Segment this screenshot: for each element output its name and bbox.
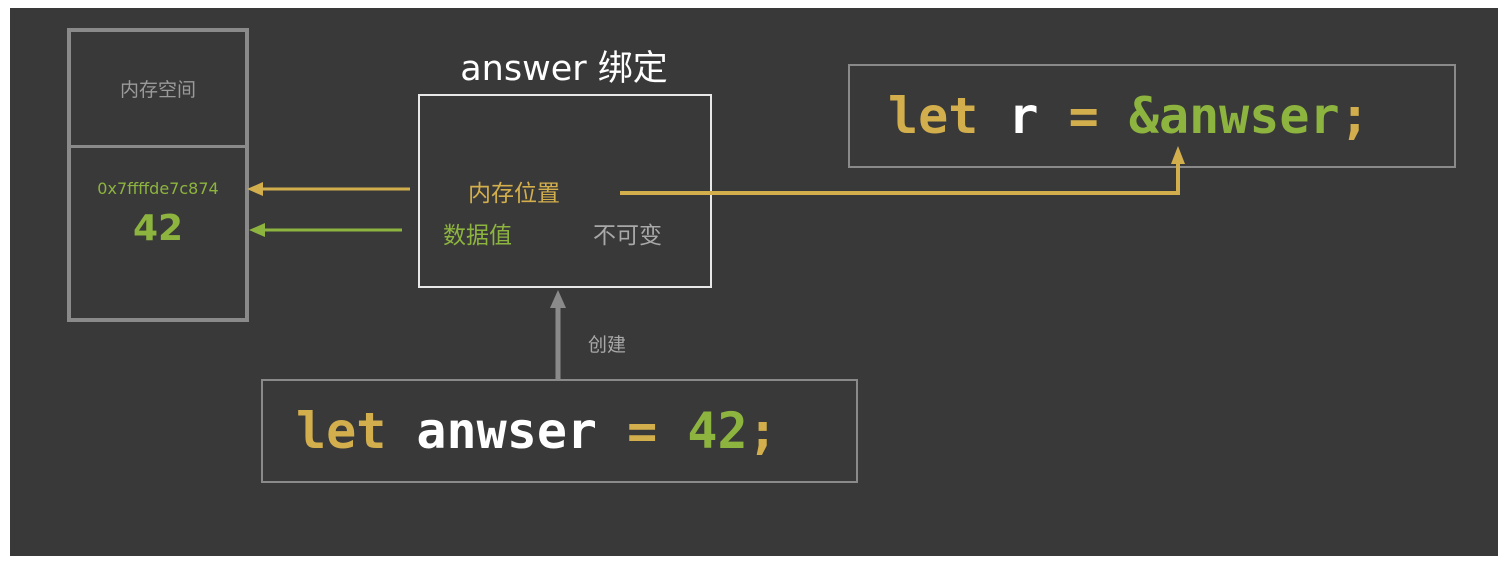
create-arrowhead xyxy=(550,290,566,308)
connector-arrows xyxy=(247,146,1185,379)
reference-arrowhead xyxy=(1171,146,1185,164)
location-arrowhead xyxy=(247,182,263,196)
diagram-canvas: 内存空间 0x7ffffde7c874 42 answer 绑定 内存位置 数据… xyxy=(10,8,1498,556)
value-arrowhead xyxy=(249,223,265,237)
reference-arrow xyxy=(620,162,1180,195)
